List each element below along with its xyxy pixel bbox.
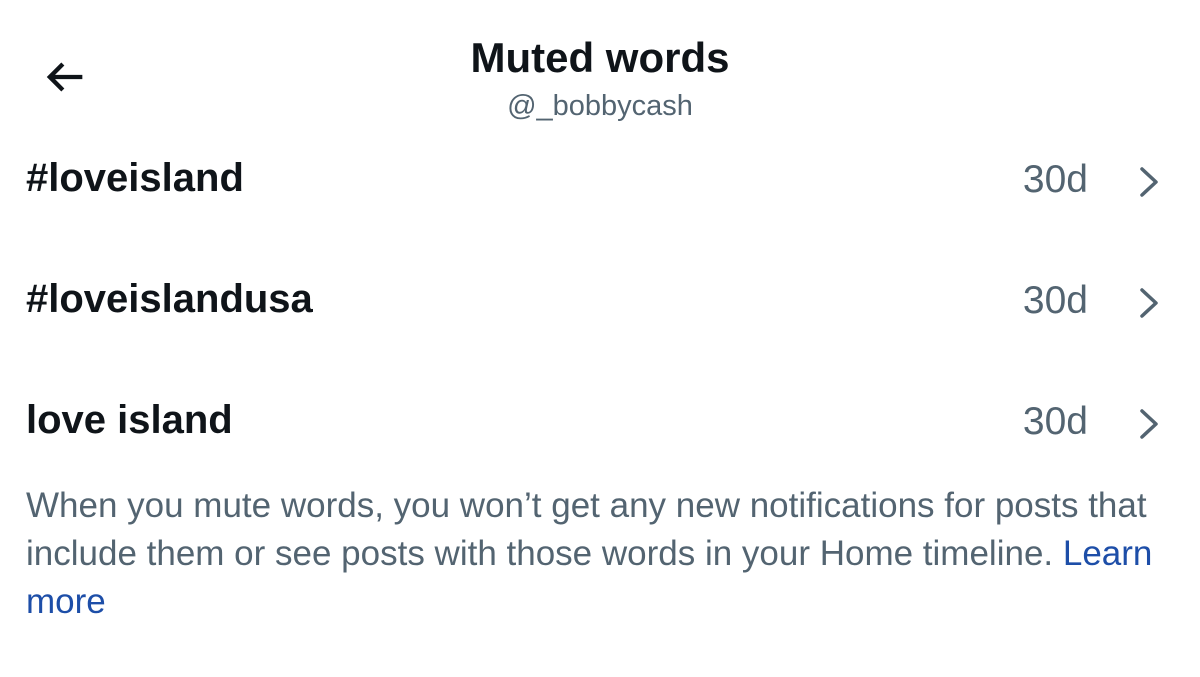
muted-word-row[interactable]: love island 30d [0,363,1200,484]
muted-words-description: When you mute words, you won’t get any n… [26,482,1176,626]
account-handle: @_bobbycash [507,90,693,122]
chevron-right-icon [1134,284,1164,322]
muted-words-list: #loveisland 30d #loveislandusa 30d love … [0,121,1200,484]
muted-word-label: #loveislandusa [26,277,313,321]
chevron-right-icon [1134,405,1164,443]
mute-duration: 30d [1022,158,1088,201]
muted-word-row[interactable]: #loveislandusa 30d [0,242,1200,363]
muted-word-label: #loveisland [26,156,244,200]
top-bar: Muted words @_bobbycash [0,0,1200,140]
description-text: When you mute words, you won’t get any n… [26,486,1147,573]
chevron-right-icon [1134,163,1164,201]
muted-word-row[interactable]: #loveisland 30d [0,121,1200,242]
page-title: Muted words [470,34,730,81]
muted-word-label: love island [26,398,233,442]
mute-duration: 30d [1022,400,1088,443]
mute-duration: 30d [1022,279,1088,322]
